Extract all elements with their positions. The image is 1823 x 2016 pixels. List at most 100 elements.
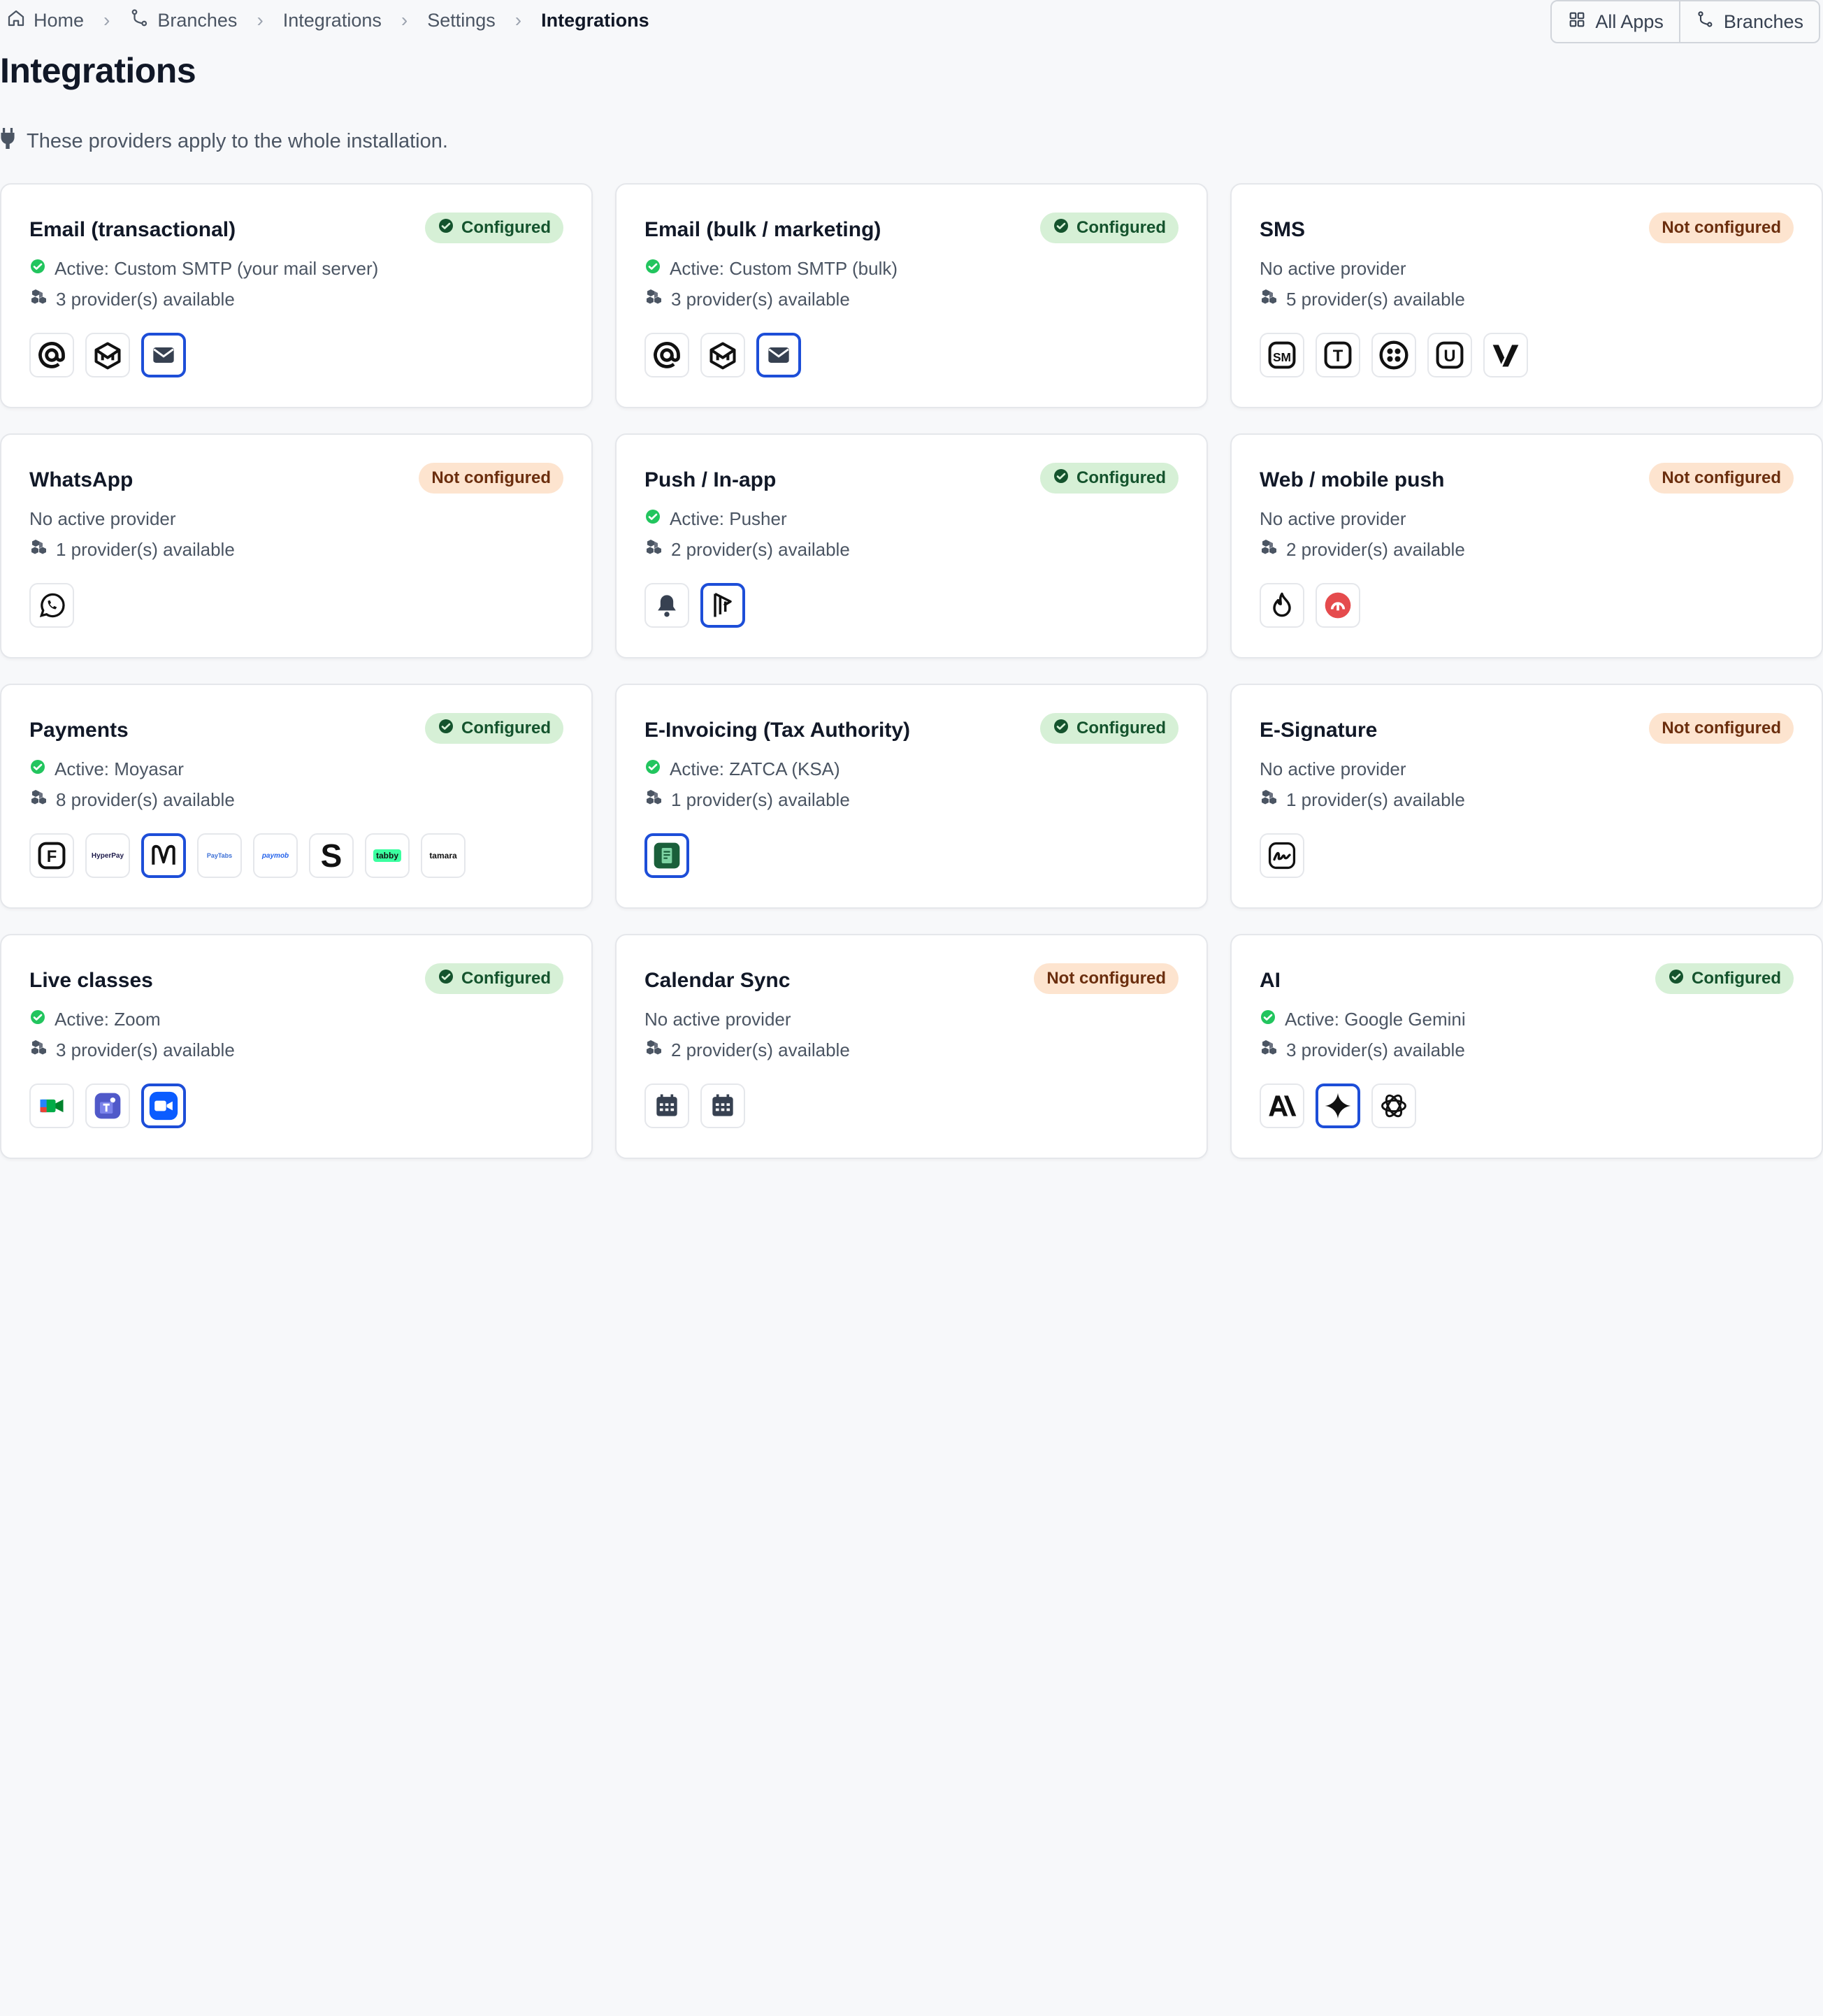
- breadcrumb-label: Branches: [157, 9, 238, 31]
- integration-card-push-in-app[interactable]: Push / In-app Configured Active: Pusher 2 p…: [615, 433, 1208, 658]
- tamara-logo[interactable]: tamara: [421, 833, 466, 878]
- card-title: Payments: [29, 719, 129, 742]
- breadcrumb-integrations[interactable]: Integrations: [283, 10, 382, 31]
- provider-icons: [29, 583, 74, 628]
- provider-count-text: 5 provider(s) available: [1286, 289, 1465, 310]
- flame-icon[interactable]: [1260, 583, 1304, 628]
- sm-icon[interactable]: SM: [1260, 333, 1304, 377]
- active-provider-status: Active: Custom SMTP (your mail server): [29, 258, 378, 280]
- breadcrumb-label: Integrations: [282, 9, 382, 31]
- provider-count-text: 8 provider(s) available: [56, 789, 235, 810]
- zatca-icon[interactable]: [644, 833, 689, 878]
- boxes-icon: [644, 1039, 664, 1061]
- at-sign-icon[interactable]: [29, 333, 74, 377]
- check-circle-icon: [29, 758, 46, 780]
- provider-count: 1 provider(s) available: [1260, 789, 1465, 811]
- whatsapp-icon[interactable]: [29, 583, 74, 628]
- configured-badge: Configured: [1040, 463, 1179, 494]
- pusher-icon[interactable]: [700, 583, 745, 628]
- anthropic-icon[interactable]: [1260, 1083, 1304, 1128]
- twilio-icon[interactable]: [1371, 333, 1416, 377]
- check-circle-icon: [1668, 968, 1685, 990]
- badge-label: Not configured: [1046, 969, 1166, 988]
- integration-card-e-invoicing-tax-authority[interactable]: E-Invoicing (Tax Authority) Configured Act…: [615, 684, 1208, 909]
- hyperpay-logo[interactable]: HyperPay: [85, 833, 130, 878]
- badge-label: Configured: [461, 719, 551, 737]
- not-configured-badge: Not configured: [1649, 463, 1794, 494]
- f-icon[interactable]: F: [29, 833, 74, 878]
- provider-count-text: 2 provider(s) available: [671, 1039, 850, 1060]
- envelope-icon[interactable]: [141, 333, 186, 377]
- google-meet-icon[interactable]: [29, 1083, 74, 1128]
- integration-cards-grid: Email (transactional) Configured Active: C…: [0, 183, 1823, 1159]
- paytabs-wordmark: PayTabs: [206, 852, 233, 859]
- envelope-icon[interactable]: [756, 333, 801, 377]
- status-text: No active provider: [644, 1009, 791, 1030]
- branches-button[interactable]: Branches: [1678, 1, 1819, 42]
- vonage-icon[interactable]: [1483, 333, 1528, 377]
- stripe-icon[interactable]: S: [309, 833, 354, 878]
- boxes-icon: [29, 789, 49, 811]
- status-text: Active: Moyasar: [55, 758, 184, 779]
- active-provider-status: Active: Moyasar: [29, 758, 184, 780]
- integration-card-email-bulk-marketing[interactable]: Email (bulk / marketing) Configured Active…: [615, 183, 1208, 408]
- badge-label: Not configured: [1662, 719, 1781, 737]
- card-title: Web / mobile push: [1260, 468, 1445, 491]
- integration-card-calendar-sync[interactable]: Calendar Sync Not configured No active pro…: [615, 934, 1208, 1159]
- gemini-icon[interactable]: [1316, 1083, 1360, 1128]
- integrations-page: Home › Branches › Integrations › Setting…: [0, 0, 1823, 2016]
- status-text: No active provider: [29, 508, 176, 529]
- breadcrumb-label: Home: [34, 9, 85, 31]
- breadcrumb-settings[interactable]: Settings: [427, 10, 496, 31]
- provider-icons: [644, 833, 689, 878]
- boxes-icon: [1260, 289, 1279, 310]
- breadcrumb: Home › Branches › Integrations › Setting…: [6, 6, 649, 35]
- zoom-icon[interactable]: [141, 1083, 186, 1128]
- u-icon[interactable]: U: [1427, 333, 1472, 377]
- integration-card-ai[interactable]: AI Configured Active: Google Gemini 3 provi…: [1230, 934, 1823, 1159]
- stripe-letter: S: [320, 837, 343, 874]
- signature-icon[interactable]: [1260, 833, 1304, 878]
- configured-badge: Configured: [425, 213, 563, 243]
- integration-card-whatsapp[interactable]: WhatsApp Not configured No active provider…: [0, 433, 593, 658]
- mailjet-icon[interactable]: [85, 333, 130, 377]
- paytabs-logo[interactable]: PayTabs: [197, 833, 242, 878]
- not-configured-badge: Not configured: [1034, 963, 1179, 994]
- moyasar-icon[interactable]: [141, 833, 186, 878]
- page-subtitle: These providers apply to the whole insta…: [0, 128, 448, 154]
- card-title: Push / In-app: [644, 468, 777, 491]
- calendar-icon[interactable]: [700, 1083, 745, 1128]
- integration-card-web-mobile-push[interactable]: Web / mobile push Not configured No active…: [1230, 433, 1823, 658]
- integration-card-payments[interactable]: Payments Configured Active: Moyasar 8 provi…: [0, 684, 593, 909]
- ms-teams-icon[interactable]: [85, 1083, 130, 1128]
- t-icon[interactable]: T: [1316, 333, 1360, 377]
- card-title: Email (bulk / marketing): [644, 218, 881, 241]
- svg-text:T: T: [1333, 347, 1343, 366]
- provider-icons: [644, 583, 745, 628]
- all-apps-button[interactable]: All Apps: [1552, 1, 1679, 42]
- status-text: No active provider: [1260, 258, 1406, 279]
- grid-icon: [1567, 10, 1587, 34]
- integration-card-e-signature[interactable]: E-Signature Not configured No active provi…: [1230, 684, 1823, 909]
- provider-count: 3 provider(s) available: [1260, 1039, 1465, 1061]
- integration-card-email-transactional[interactable]: Email (transactional) Configured Active: C…: [0, 183, 593, 408]
- bell-icon[interactable]: [644, 583, 689, 628]
- calendar-icon[interactable]: [644, 1083, 689, 1128]
- breadcrumb-home[interactable]: Home: [6, 8, 84, 34]
- status-text: Active: Custom SMTP (your mail server): [55, 258, 379, 279]
- breadcrumb-branches[interactable]: Branches: [129, 8, 237, 34]
- boxes-icon: [644, 789, 664, 811]
- check-circle-icon: [29, 1009, 46, 1030]
- home-icon: [6, 8, 27, 34]
- card-title: Live classes: [29, 969, 153, 992]
- mailjet-icon[interactable]: [700, 333, 745, 377]
- provider-icons: SM T U: [1260, 333, 1528, 377]
- at-sign-icon[interactable]: [644, 333, 689, 377]
- onesignal-icon[interactable]: [1316, 583, 1360, 628]
- paymob-wordmark: paymob: [261, 851, 289, 860]
- openai-icon[interactable]: [1371, 1083, 1416, 1128]
- integration-card-live-classes[interactable]: Live classes Configured Active: Zoom 3 prov…: [0, 934, 593, 1159]
- tabby-logo[interactable]: tabby: [365, 833, 410, 878]
- integration-card-sms[interactable]: SMS Not configured No active provider 5 pro…: [1230, 183, 1823, 408]
- paymob-logo[interactable]: paymob: [253, 833, 298, 878]
